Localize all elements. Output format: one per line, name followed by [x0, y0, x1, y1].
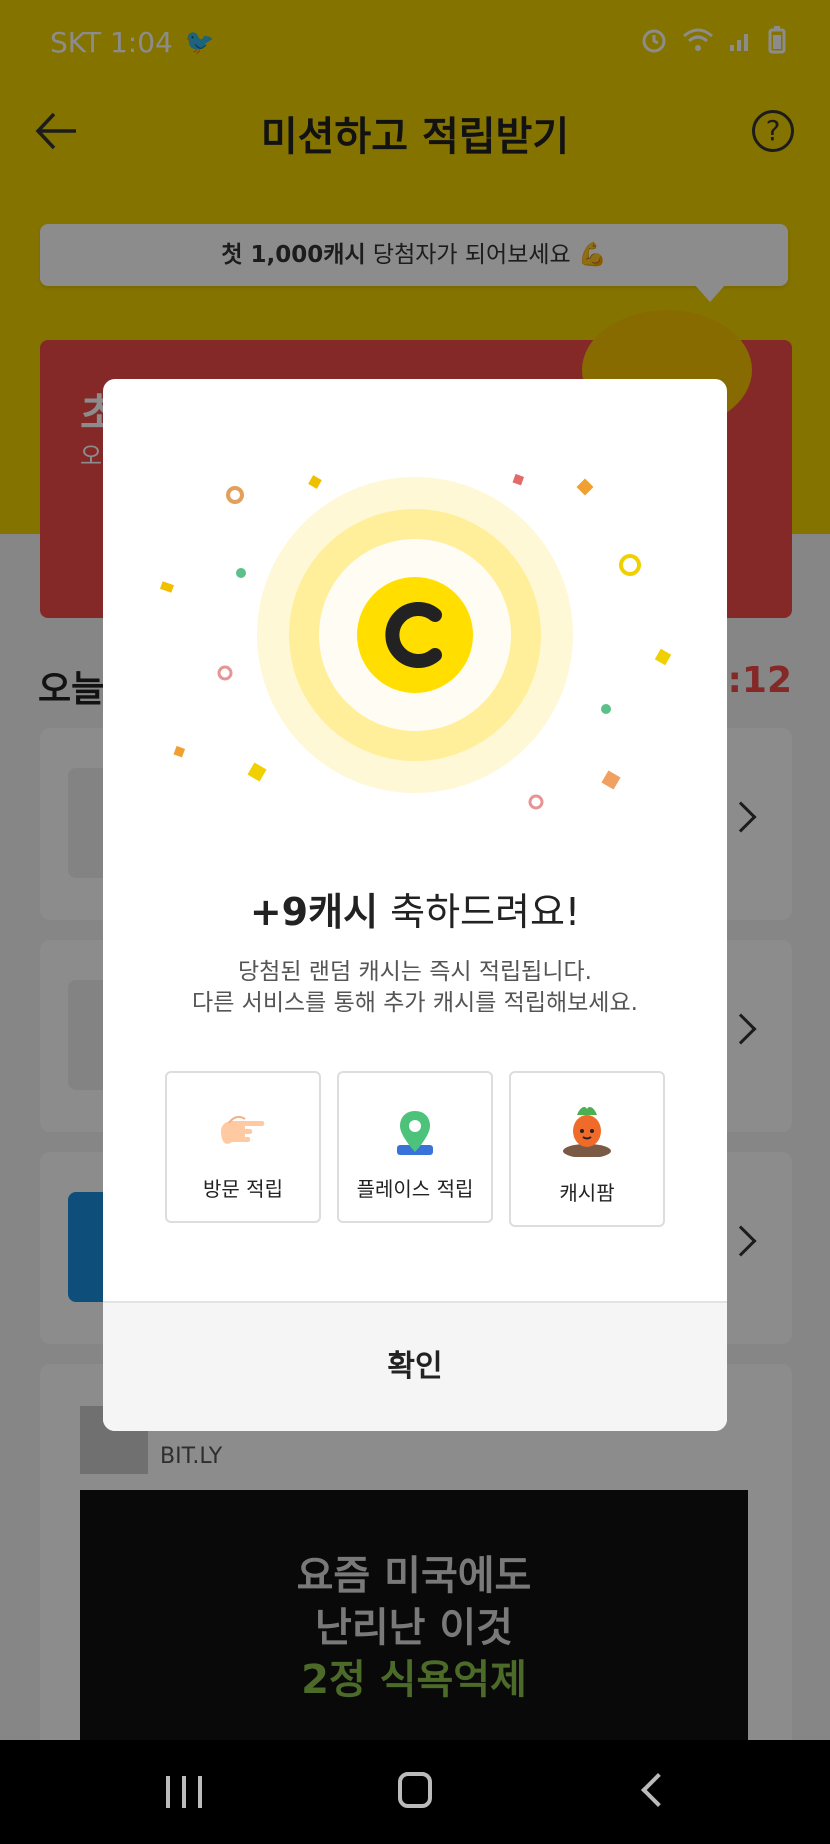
carrot-character-icon [559, 1101, 615, 1158]
reward-title: +9캐시 축하드려요! [103, 881, 727, 936]
reward-amount: +9캐시 [249, 890, 379, 934]
reward-congrats: 축하드려요! [378, 890, 581, 934]
system-nav-bar [0, 1740, 830, 1844]
reward-dialog: +9캐시 축하드려요! 당첨된 랜덤 캐시는 즉시 적립됩니다. 다른 서비스를… [103, 379, 727, 1431]
recents-icon[interactable] [166, 1776, 202, 1808]
cash-farm-label: 캐시팜 [559, 1181, 615, 1205]
service-buttons: 방문 적립 플레이스 적립 캐시팜 [165, 1071, 665, 1227]
confirm-button[interactable]: 확인 [103, 1301, 727, 1431]
map-pin-icon [387, 1105, 443, 1161]
reward-desc-line-1: 당첨된 랜덤 캐시는 즉시 적립됩니다. [238, 959, 592, 985]
visit-reward-button[interactable]: 방문 적립 [165, 1071, 321, 1223]
home-icon[interactable] [398, 1772, 432, 1808]
celebration-graphic [159, 473, 672, 810]
nav-back-icon[interactable] [641, 1773, 675, 1807]
visit-reward-label: 방문 적립 [203, 1177, 283, 1201]
place-reward-label: 플레이스 적립 [356, 1177, 474, 1201]
cash-farm-button[interactable]: 캐시팜 [509, 1071, 665, 1227]
reward-description: 당첨된 랜덤 캐시는 즉시 적립됩니다. 다른 서비스를 통해 추가 캐시를 적… [103, 957, 727, 1019]
reward-desc-line-2: 다른 서비스를 통해 추가 캐시를 적립해보세요. [192, 990, 638, 1016]
pointing-hand-icon [215, 1105, 271, 1161]
place-reward-button[interactable]: 플레이스 적립 [337, 1071, 493, 1223]
